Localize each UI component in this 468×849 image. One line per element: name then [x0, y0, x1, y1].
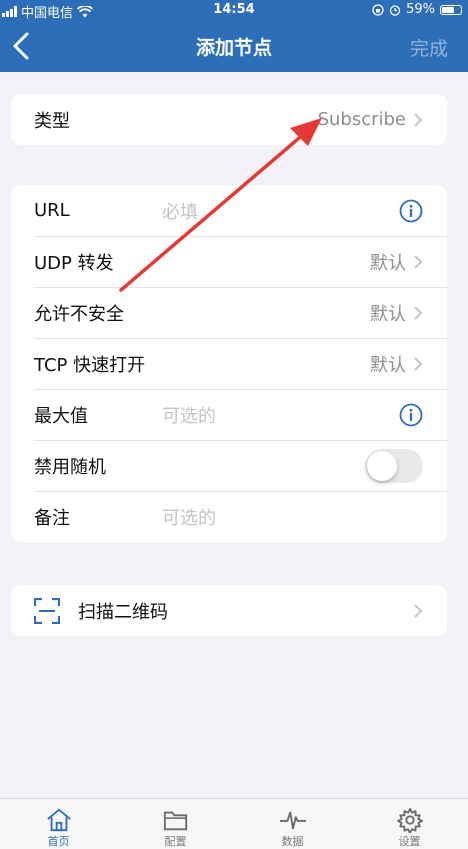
tab-settings[interactable]: 设置 — [351, 799, 468, 849]
tab-home-label: 首页 — [47, 835, 70, 848]
tab-config[interactable]: 配置 — [117, 799, 234, 849]
max-row: 最大值 可选的 — [11, 389, 447, 440]
udp-row[interactable]: UDP 转发 默认 — [11, 236, 447, 287]
tfo-value: 默认 — [370, 354, 406, 376]
url-row: URL 必填 — [11, 185, 447, 236]
scan-icon — [34, 597, 60, 624]
alarm-icon — [389, 4, 401, 16]
chevron-right-icon — [414, 357, 423, 370]
scan-card: 扫描二维码 — [11, 585, 447, 636]
chevron-right-icon — [414, 306, 423, 319]
scan-qr-row[interactable]: 扫描二维码 — [11, 585, 447, 636]
home-icon — [46, 808, 71, 832]
max-label: 最大值 — [34, 405, 88, 427]
info-icon[interactable] — [399, 403, 423, 427]
chevron-right-icon — [414, 113, 423, 126]
type-label: 类型 — [34, 110, 70, 132]
battery-icon — [440, 4, 462, 15]
tab-config-label: 配置 — [164, 835, 187, 848]
udp-value: 默认 — [370, 252, 406, 274]
battery-percent: 59% — [406, 2, 435, 17]
tab-settings-label: 设置 — [398, 835, 421, 848]
note-input[interactable]: 可选的 — [162, 504, 423, 530]
insecure-label: 允许不安全 — [34, 303, 124, 325]
type-value: Subscribe — [317, 109, 406, 130]
settings-card: URL 必填 UDP 转发 默认 允许不安全 默认 TCP 快速打开 默认 最大… — [11, 185, 447, 542]
tfo-label: TCP 快速打开 — [34, 354, 146, 376]
max-input[interactable]: 可选的 — [162, 402, 399, 428]
done-button[interactable]: 完成 — [410, 34, 448, 61]
activity-icon — [279, 811, 306, 830]
nav-bar: 添加节点 完成 — [0, 20, 468, 72]
disable-random-toggle[interactable] — [365, 448, 423, 483]
note-label: 备注 — [34, 507, 70, 529]
chevron-right-icon — [414, 255, 423, 268]
udp-label: UDP 转发 — [34, 252, 114, 274]
disable-random-row: 禁用随机 — [11, 440, 447, 491]
info-icon[interactable] — [399, 199, 423, 223]
url-input[interactable]: 必填 — [162, 198, 399, 224]
scan-label: 扫描二维码 — [78, 601, 168, 623]
folder-icon — [163, 811, 187, 831]
chevron-right-icon — [414, 604, 423, 617]
tab-home[interactable]: 首页 — [0, 799, 117, 849]
type-card: 类型 Subscribe — [11, 94, 447, 145]
url-label: URL — [34, 200, 70, 221]
insecure-row[interactable]: 允许不安全 默认 — [11, 287, 447, 338]
tab-data-label: 数据 — [281, 835, 304, 848]
note-row: 备注 可选的 — [11, 491, 447, 542]
type-row[interactable]: 类型 Subscribe — [11, 94, 447, 145]
insecure-value: 默认 — [370, 303, 406, 325]
gear-icon — [396, 807, 423, 833]
orientation-lock-icon — [372, 3, 384, 16]
tab-bar: 首页 配置 数据 设置 — [0, 798, 468, 849]
disable-random-label: 禁用随机 — [34, 456, 106, 478]
tfo-row[interactable]: TCP 快速打开 默认 — [11, 338, 447, 389]
status-bar: 中国电信 14:54 59% — [0, 0, 468, 21]
tab-data[interactable]: 数据 — [234, 799, 351, 849]
page-title: 添加节点 — [195, 37, 272, 59]
